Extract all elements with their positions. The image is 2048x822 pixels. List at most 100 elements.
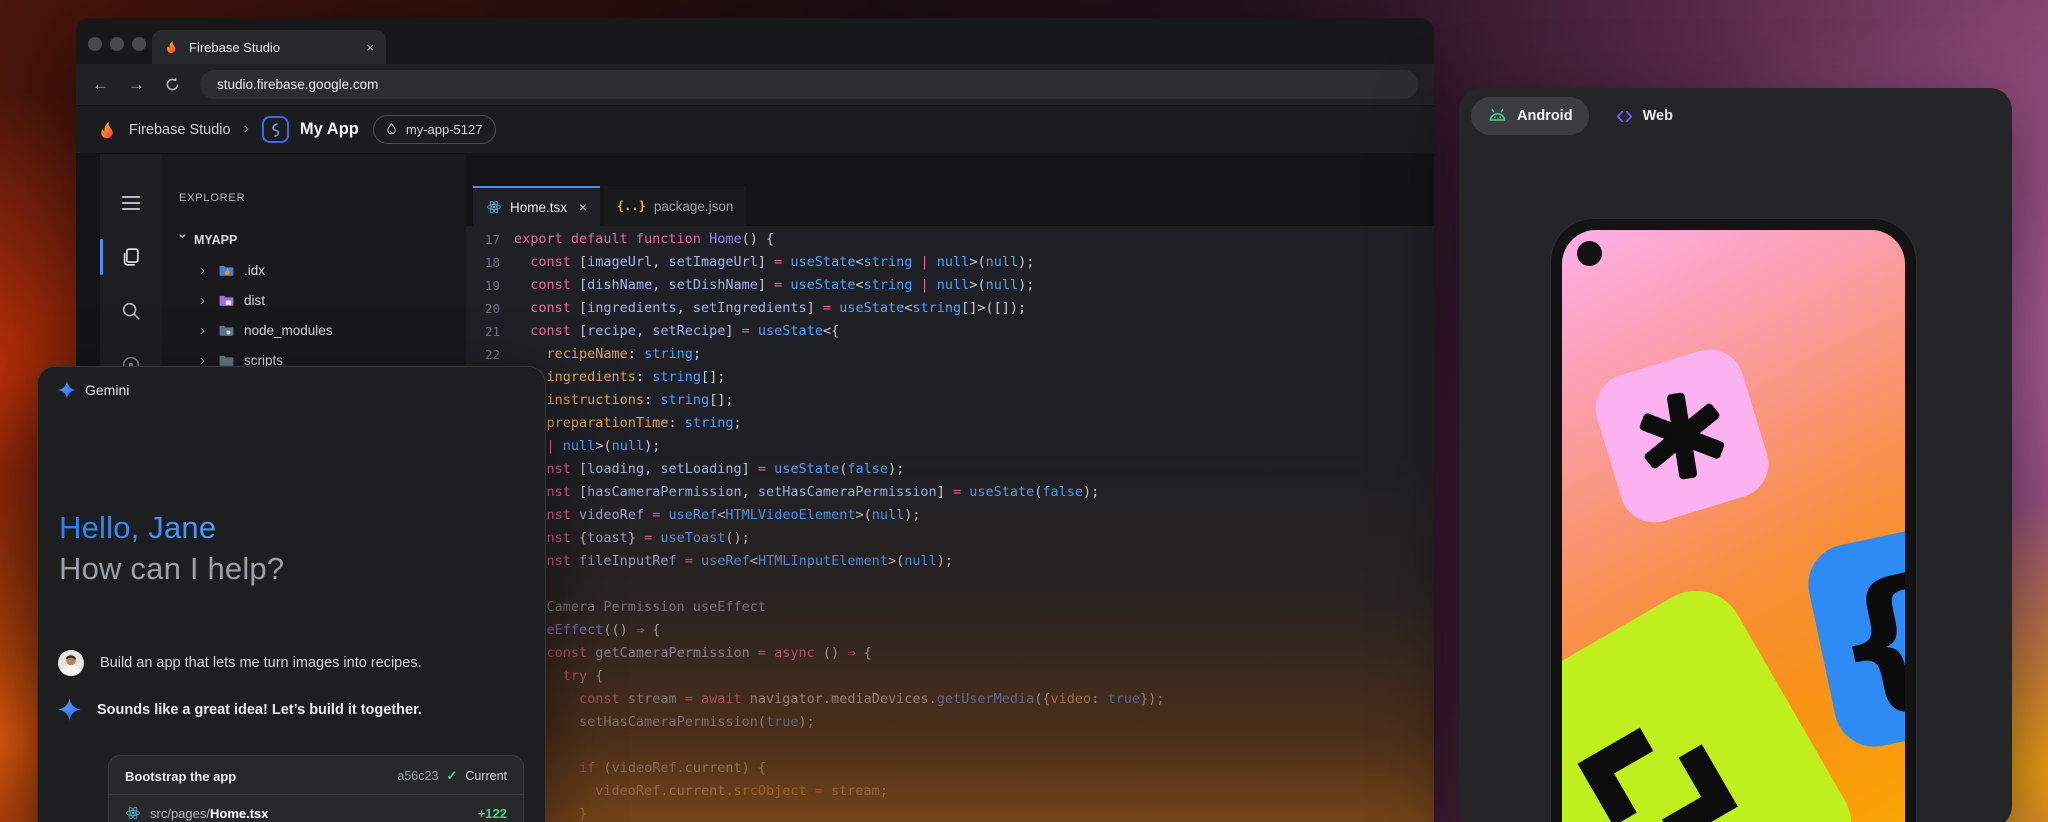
tree-item-dist[interactable]: › dist xyxy=(162,285,466,315)
chevron-right-icon: › xyxy=(200,322,218,339)
firebase-flame-icon xyxy=(164,39,180,55)
corner-brackets-icon xyxy=(1562,665,1777,822)
chat-message-text: Build an app that lets me turn images in… xyxy=(100,655,422,671)
code-line: 37 const stream = await navigator.mediaD… xyxy=(466,688,1434,711)
window-controls[interactable] xyxy=(88,37,146,51)
project-id-pill[interactable]: my-app-5127 xyxy=(373,115,497,144)
changed-file-path: src/pages/Home.tsx xyxy=(150,806,269,821)
editor-tab-package-json[interactable]: {..} package.json xyxy=(604,186,746,226)
folder-icon xyxy=(218,292,235,309)
window-close-button[interactable] xyxy=(88,37,102,51)
line-number: 17 xyxy=(466,228,514,251)
editor-tab-label: package.json xyxy=(654,199,734,214)
chevron-right-icon: › xyxy=(200,262,218,279)
browser-tab-firebase-studio[interactable]: Firebase Studio × xyxy=(152,30,386,64)
line-number: 19 xyxy=(466,274,514,297)
code-line: 30 const {toast} = useToast(); xyxy=(466,527,1434,550)
android-label: Android xyxy=(1517,108,1573,124)
code-editor[interactable]: 17export default function Home() {18 con… xyxy=(466,226,1434,822)
code-line: 18 const [imageUrl, setImageUrl] = useSt… xyxy=(466,251,1434,274)
files-icon xyxy=(120,246,142,268)
web-label: Web xyxy=(1643,108,1673,124)
editor-tab-home-tsx[interactable]: Home.tsx × xyxy=(473,186,600,226)
line-number: 18 xyxy=(466,251,514,274)
tree-item--idx[interactable]: › .idx xyxy=(162,255,466,285)
code-line: 28 const [hasCameraPermission, setHasCam… xyxy=(466,481,1434,504)
product-name[interactable]: Firebase Studio xyxy=(129,122,231,138)
tree-item-label: .idx xyxy=(244,263,265,278)
gemini-panel: Gemini Hello, Jane How can I help? Build… xyxy=(37,366,546,822)
url-text: studio.firebase.google.com xyxy=(217,77,378,92)
explorer-title: EXPLORER xyxy=(162,192,466,204)
browser-toolbar: ← → studio.firebase.google.com xyxy=(76,64,1434,106)
tab-close-icon[interactable]: × xyxy=(579,200,587,215)
code-line: 36 try { xyxy=(466,665,1434,688)
diff-added-count: +122 xyxy=(478,806,507,821)
code-line: 35 const getCameraPermission = async () … xyxy=(466,642,1434,665)
gemini-greeting: Hello, Jane How can I help? xyxy=(59,507,284,589)
window-minimize-button[interactable] xyxy=(110,37,124,51)
bootstrap-task-card[interactable]: Bootstrap the app a56c23 ✓ Current src/p… xyxy=(108,755,524,822)
chat-message-user: Build an app that lets me turn images in… xyxy=(58,650,525,676)
commit-status: Current xyxy=(465,769,507,783)
chat-message-text: Sounds like a great idea! Let’s build it… xyxy=(97,702,422,718)
line-number: 21 xyxy=(466,320,514,343)
code-line: 34 useEffect(() ⇒ { xyxy=(466,619,1434,642)
code-line: 38 setHasCameraPermission(true); xyxy=(466,711,1434,734)
menu-button[interactable] xyxy=(100,176,162,230)
app-name[interactable]: My App xyxy=(300,120,359,139)
back-icon[interactable]: ← xyxy=(92,76,109,93)
forward-icon[interactable]: → xyxy=(128,76,145,93)
line-number: 20 xyxy=(466,297,514,320)
search-view-button[interactable] xyxy=(100,284,162,338)
greeting-name: Hello, Jane xyxy=(59,507,284,548)
firebase-studio-logo xyxy=(97,119,119,141)
check-icon: ✓ xyxy=(446,768,457,784)
code-line: 26 } | null>(null); xyxy=(466,435,1434,458)
changed-file-row[interactable]: src/pages/Home.tsx +122 xyxy=(109,795,523,822)
android-toggle-button[interactable]: Android xyxy=(1471,97,1589,135)
tab-close-icon[interactable]: × xyxy=(366,40,374,55)
greeting-question: How can I help? xyxy=(59,548,284,589)
gemini-title: Gemini xyxy=(85,382,129,398)
droplet-icon xyxy=(384,122,399,137)
tree-root-myapp[interactable]: › MYAPP xyxy=(162,225,466,255)
hamburger-icon xyxy=(122,196,140,210)
code-line: 19 const [dishName, setDishName] = useSt… xyxy=(466,274,1434,297)
editor-group: Home.tsx × {..} package.json 17export de… xyxy=(466,154,1434,822)
search-icon xyxy=(120,300,142,322)
code-line: 24 instructions: string[]; xyxy=(466,389,1434,412)
code-line: 23 ingredients: string[]; xyxy=(466,366,1434,389)
line-number: 22 xyxy=(466,343,514,366)
code-line: 39 xyxy=(466,734,1434,757)
address-bar[interactable]: studio.firebase.google.com xyxy=(200,70,1418,99)
blue-brace-tile: { xyxy=(1801,511,1905,754)
gemini-header: Gemini xyxy=(58,381,129,399)
explorer-view-button[interactable] xyxy=(100,230,162,284)
chat-message-gemini: Sounds like a great idea! Let’s build it… xyxy=(58,698,525,721)
tree-item-node-modules[interactable]: ›node_modules xyxy=(162,315,466,345)
window-maximize-button[interactable] xyxy=(132,37,146,51)
user-avatar xyxy=(58,650,84,676)
code-line: 17export default function Home() { xyxy=(466,228,1434,251)
android-phone-mockup: { xyxy=(1550,218,1917,822)
code-line: 21 const [recipe, setRecipe] = useState<… xyxy=(466,320,1434,343)
folder-icon xyxy=(218,322,235,339)
task-card-header: Bootstrap the app a56c23 ✓ Current xyxy=(109,756,523,795)
code-line: 40 if (videoRef.current) { xyxy=(466,757,1434,780)
tree-item-label: dist xyxy=(244,293,265,308)
code-line: 31 const fileInputRef = useRef<HTMLInput… xyxy=(466,550,1434,573)
breadcrumb-separator: › xyxy=(244,120,249,138)
chevron-right-icon: › xyxy=(200,292,218,309)
reload-icon[interactable] xyxy=(164,76,181,93)
code-line: 29 const videoRef = useRef<HTMLVideoElem… xyxy=(466,504,1434,527)
gemini-sparkle-icon xyxy=(58,381,76,399)
background-gradient: Firebase Studio × ← → studio.firebase.go… xyxy=(0,0,2048,822)
code-line: 25 preparationTime: string; xyxy=(466,412,1434,435)
asterisk-icon xyxy=(1622,376,1742,496)
browser-tabstrip: Firebase Studio × xyxy=(76,18,1434,64)
web-toggle-button[interactable]: Web xyxy=(1615,107,1673,126)
app-icon xyxy=(262,116,289,143)
commit-hash: a56c23 xyxy=(397,769,438,783)
code-line: 33 //Camera Permission useEffect xyxy=(466,596,1434,619)
